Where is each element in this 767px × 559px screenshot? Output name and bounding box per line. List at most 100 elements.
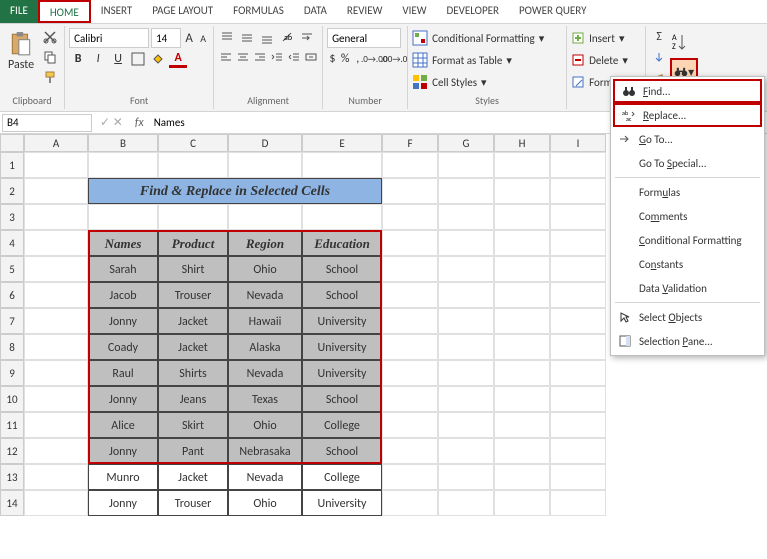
cell-A12[interactable] (24, 438, 88, 464)
menu-select-objects[interactable]: Select Objects (611, 305, 764, 329)
col-header-E[interactable]: E (302, 134, 382, 152)
cell-F4[interactable] (382, 230, 438, 256)
cell-B10[interactable]: Jonny (88, 386, 158, 412)
cell-C10[interactable]: Jeans (158, 386, 228, 412)
col-header-B[interactable]: B (88, 134, 158, 152)
cell-B5[interactable]: Sarah (88, 256, 158, 282)
copy-button[interactable] (40, 48, 60, 66)
fx-buttons[interactable]: ✓ ✕ (94, 115, 129, 130)
format-as-table-button[interactable]: Format as Table ▾ (412, 50, 562, 70)
cell-I8[interactable] (550, 334, 606, 360)
cell-E3[interactable] (302, 204, 382, 230)
cell-F7[interactable] (382, 308, 438, 334)
cell-I7[interactable] (550, 308, 606, 334)
cut-button[interactable] (40, 28, 60, 46)
cell-F11[interactable] (382, 412, 438, 438)
currency-button[interactable]: $ (327, 50, 338, 68)
cell-D4[interactable]: Region (228, 230, 302, 256)
cell-E5[interactable]: School (302, 256, 382, 282)
cell-H3[interactable] (494, 204, 550, 230)
cell-A10[interactable] (24, 386, 88, 412)
row-header-13[interactable]: 13 (0, 464, 24, 490)
underline-button[interactable]: U (109, 50, 127, 68)
format-painter-button[interactable] (40, 68, 60, 86)
merge-button[interactable] (303, 48, 318, 66)
cell-E13[interactable]: College (302, 464, 382, 490)
select-all-corner[interactable] (0, 134, 24, 152)
menu-constants[interactable]: Constants (611, 252, 764, 276)
cell-I3[interactable] (550, 204, 606, 230)
cell-E14[interactable]: University (302, 490, 382, 516)
tab-page-layout[interactable]: PAGE LAYOUT (142, 0, 223, 23)
menu-selection-pane[interactable]: Selection Pane... (611, 329, 764, 353)
cell-A7[interactable] (24, 308, 88, 334)
insert-cells-button[interactable]: Insert ▾ (571, 28, 641, 48)
cell-I9[interactable] (550, 360, 606, 386)
cell-F10[interactable] (382, 386, 438, 412)
cell-D11[interactable]: Ohio (228, 412, 302, 438)
tab-file[interactable]: FILE (0, 0, 38, 23)
cell-G13[interactable] (438, 464, 494, 490)
cell-I14[interactable] (550, 490, 606, 516)
cell-G6[interactable] (438, 282, 494, 308)
cell-C5[interactable]: Shirt (158, 256, 228, 282)
cell-G11[interactable] (438, 412, 494, 438)
cell-F12[interactable] (382, 438, 438, 464)
cell-B14[interactable]: Jonny (88, 490, 158, 516)
cell-B1[interactable] (88, 152, 158, 178)
cell-D7[interactable]: Hawaii (228, 308, 302, 334)
col-header-C[interactable]: C (158, 134, 228, 152)
cell-A9[interactable] (24, 360, 88, 386)
cell-E4[interactable]: Education (302, 230, 382, 256)
cell-G7[interactable] (438, 308, 494, 334)
cell-C4[interactable]: Product (158, 230, 228, 256)
tab-formulas[interactable]: FORMULAS (223, 0, 294, 23)
cell-A11[interactable] (24, 412, 88, 438)
cell-I12[interactable] (550, 438, 606, 464)
cell-B7[interactable]: Jonny (88, 308, 158, 334)
shrink-font-button[interactable]: A (197, 29, 209, 47)
cell-A14[interactable] (24, 490, 88, 516)
cell-I1[interactable] (550, 152, 606, 178)
row-header-8[interactable]: 8 (0, 334, 24, 360)
cell-B11[interactable]: Alice (88, 412, 158, 438)
cell-E11[interactable]: College (302, 412, 382, 438)
cell-I4[interactable] (550, 230, 606, 256)
cell-G8[interactable] (438, 334, 494, 360)
sort-filter-button[interactable]: AZ (670, 28, 688, 56)
cell-F13[interactable] (382, 464, 438, 490)
cell-B13[interactable]: Munro (88, 464, 158, 490)
row-header-10[interactable]: 10 (0, 386, 24, 412)
menu-find[interactable]: Find... (613, 79, 762, 103)
wrap-text-button[interactable] (298, 28, 316, 46)
tab-power-query[interactable]: POWER QUERY (509, 0, 596, 23)
cell-I5[interactable] (550, 256, 606, 282)
font-name-select[interactable] (69, 28, 149, 48)
cell-H2[interactable] (494, 178, 550, 204)
align-left-button[interactable] (218, 48, 233, 66)
cell-styles-button[interactable]: Cell Styles ▾ (412, 72, 562, 92)
border-button[interactable] (129, 50, 147, 68)
cell-E7[interactable]: University (302, 308, 382, 334)
cell-H9[interactable] (494, 360, 550, 386)
cell-C6[interactable]: Trouser (158, 282, 228, 308)
grow-font-button[interactable]: A (183, 29, 195, 47)
cell-C11[interactable]: Skirt (158, 412, 228, 438)
col-header-D[interactable]: D (228, 134, 302, 152)
cell-B8[interactable]: Coady (88, 334, 158, 360)
fill-color-button[interactable] (149, 50, 167, 68)
cell-H7[interactable] (494, 308, 550, 334)
row-header-7[interactable]: 7 (0, 308, 24, 334)
cell-F8[interactable] (382, 334, 438, 360)
align-middle-button[interactable] (238, 28, 256, 46)
cell-F1[interactable] (382, 152, 438, 178)
cell-B2[interactable]: Find & Replace in Selected Cells (88, 178, 382, 204)
cell-A1[interactable] (24, 152, 88, 178)
cell-G10[interactable] (438, 386, 494, 412)
cell-E8[interactable]: University (302, 334, 382, 360)
row-header-4[interactable]: 4 (0, 230, 24, 256)
cell-D10[interactable]: Texas (228, 386, 302, 412)
cell-G4[interactable] (438, 230, 494, 256)
cell-H10[interactable] (494, 386, 550, 412)
cell-H8[interactable] (494, 334, 550, 360)
